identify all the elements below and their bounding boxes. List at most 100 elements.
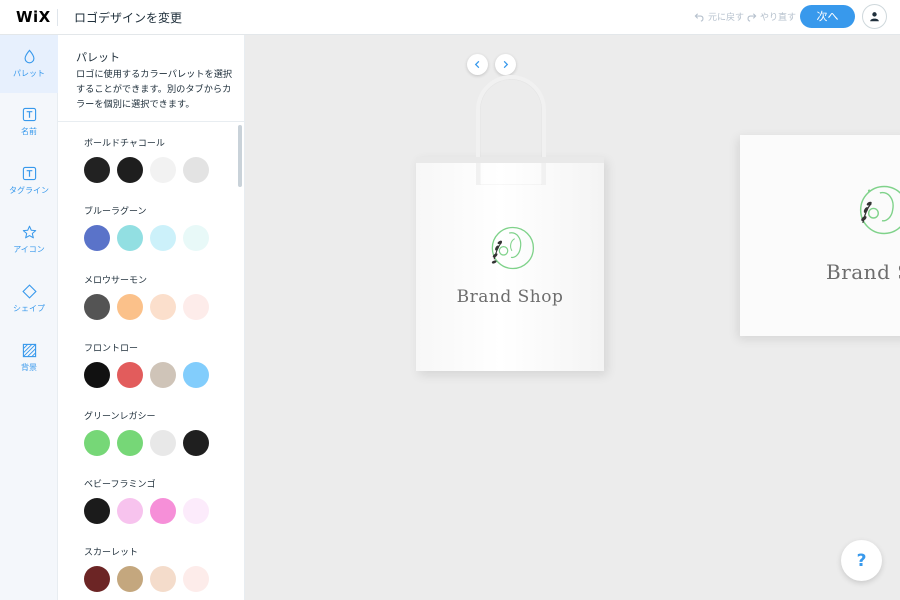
color-swatch[interactable]	[183, 225, 209, 251]
nav-label-icon: アイコン	[13, 245, 45, 254]
nav-item-shape[interactable]: シェイプ	[0, 270, 58, 328]
nav-item-tagline[interactable]: タグライン	[0, 152, 58, 210]
color-swatch[interactable]	[150, 225, 176, 251]
card-brand-text: Brand Shop	[826, 260, 900, 284]
color-swatch[interactable]	[150, 157, 176, 183]
palette-group[interactable]: ボールドチャコール	[84, 136, 209, 183]
next-button[interactable]: 次へ	[800, 5, 855, 28]
palette-swatches[interactable]	[84, 566, 209, 592]
business-card-mockup: Brand Shop	[740, 135, 900, 336]
chevron-left-icon	[474, 60, 480, 69]
next-mockup-button[interactable]	[495, 54, 516, 75]
color-swatch[interactable]	[150, 294, 176, 320]
color-swatch[interactable]	[117, 294, 143, 320]
nav-item-palette[interactable]: パレット	[0, 35, 58, 93]
top-bar: WiX ロゴデザインを変更 元に戻す やり直す 次へ	[0, 0, 900, 35]
color-swatch[interactable]	[183, 362, 209, 388]
page-title: ロゴデザインを変更	[74, 11, 183, 25]
diamond-icon	[21, 284, 37, 299]
panel-scrollbar[interactable]	[238, 125, 242, 187]
nav-label-tagline: タグライン	[9, 186, 49, 195]
undo-icon	[694, 13, 704, 22]
color-swatch[interactable]	[183, 157, 209, 183]
color-swatch[interactable]	[84, 157, 110, 183]
palette-group[interactable]: フロントロー	[84, 341, 209, 388]
nav-label-name: 名前	[21, 127, 37, 136]
nav-label-background: 背景	[21, 363, 37, 372]
color-swatch[interactable]	[150, 566, 176, 592]
preview-canvas: Brand Shop Brand Shop ?	[245, 35, 900, 600]
nav-item-name[interactable]: 名前	[0, 93, 58, 151]
bag-top-fold	[416, 157, 604, 163]
user-button[interactable]	[862, 4, 887, 29]
nav-label-shape: シェイプ	[13, 304, 45, 313]
palette-name: メロウサーモン	[84, 276, 148, 286]
palette-swatches[interactable]	[84, 225, 209, 251]
color-swatch[interactable]	[150, 498, 176, 524]
chevron-right-icon	[503, 60, 509, 69]
panel-title: パレット	[76, 51, 120, 64]
color-swatch[interactable]	[117, 157, 143, 183]
undo-label: 元に戻す	[708, 13, 745, 23]
palette-swatches[interactable]	[84, 157, 209, 183]
undo-button[interactable]: 元に戻す	[694, 10, 744, 23]
prev-mockup-button[interactable]	[467, 54, 488, 75]
brand-emblem-icon	[491, 226, 535, 270]
nav-item-icon[interactable]: アイコン	[0, 211, 58, 269]
header-divider	[57, 9, 58, 26]
brand-emblem-icon	[859, 185, 900, 235]
color-swatch[interactable]	[183, 498, 209, 524]
text-icon	[22, 107, 36, 122]
help-button[interactable]: ?	[841, 540, 882, 581]
shopping-bag-mockup: Brand Shop	[416, 75, 604, 371]
palette-name: グリーンレガシー	[84, 412, 156, 422]
text-icon	[22, 166, 36, 181]
user-icon	[870, 12, 879, 22]
palette-name: ボールドチャコール	[84, 139, 165, 149]
color-swatch[interactable]	[84, 566, 110, 592]
palette-swatches[interactable]	[84, 362, 209, 388]
bag-brand-text: Brand Shop	[456, 287, 564, 307]
color-swatch[interactable]	[84, 362, 110, 388]
panel-description: ロゴに使用するカラーパレットを選択することができます。別のタブからカラーを個別に…	[76, 69, 233, 110]
palette-group[interactable]: メロウサーモン	[84, 273, 209, 320]
color-swatch[interactable]	[183, 294, 209, 320]
palette-panel: パレット ロゴに使用するカラーパレットを選択することができます。別のタブからカラ…	[58, 35, 245, 600]
color-swatch[interactable]	[117, 430, 143, 456]
color-swatch[interactable]	[84, 498, 110, 524]
color-swatch[interactable]	[84, 225, 110, 251]
color-swatch[interactable]	[117, 362, 143, 388]
palette-group[interactable]: ベビーフラミンゴ	[84, 477, 209, 524]
color-swatch[interactable]	[150, 430, 176, 456]
redo-label: やり直す	[760, 13, 797, 23]
palette-group[interactable]: スカーレット	[84, 545, 209, 592]
wix-logo[interactable]: WiX	[16, 8, 51, 26]
star-icon	[22, 225, 36, 239]
color-swatch[interactable]	[84, 430, 110, 456]
palette-swatches[interactable]	[84, 294, 209, 320]
bag-handle	[476, 75, 546, 185]
redo-icon	[747, 13, 757, 22]
palette-name: フロントロー	[84, 344, 139, 354]
palette-swatches[interactable]	[84, 498, 209, 524]
palette-name: ブルーラグーン	[84, 207, 147, 217]
nav-item-background[interactable]: 背景	[0, 329, 58, 387]
color-swatch[interactable]	[150, 362, 176, 388]
pattern-icon	[22, 343, 36, 358]
left-nav: パレット 名前 タグライン アイコン シェイプ 背景	[0, 35, 58, 600]
color-swatch[interactable]	[183, 566, 209, 592]
palette-group[interactable]: グリーンレガシー	[84, 409, 209, 456]
color-swatch[interactable]	[84, 294, 110, 320]
color-swatch[interactable]	[117, 566, 143, 592]
palette-name: スカーレット	[84, 548, 139, 558]
droplet-icon	[24, 49, 34, 64]
nav-label-palette: パレット	[13, 69, 45, 78]
palette-list: ボールドチャコール ブルーラグーン メロウサーモン フロントロー グリーンレガシ…	[58, 122, 245, 600]
color-swatch[interactable]	[117, 498, 143, 524]
palette-group[interactable]: ブルーラグーン	[84, 204, 209, 251]
palette-swatches[interactable]	[84, 430, 209, 456]
color-swatch[interactable]	[183, 430, 209, 456]
color-swatch[interactable]	[117, 225, 143, 251]
redo-button[interactable]: やり直す	[746, 10, 796, 23]
palette-name: ベビーフラミンゴ	[84, 480, 156, 490]
